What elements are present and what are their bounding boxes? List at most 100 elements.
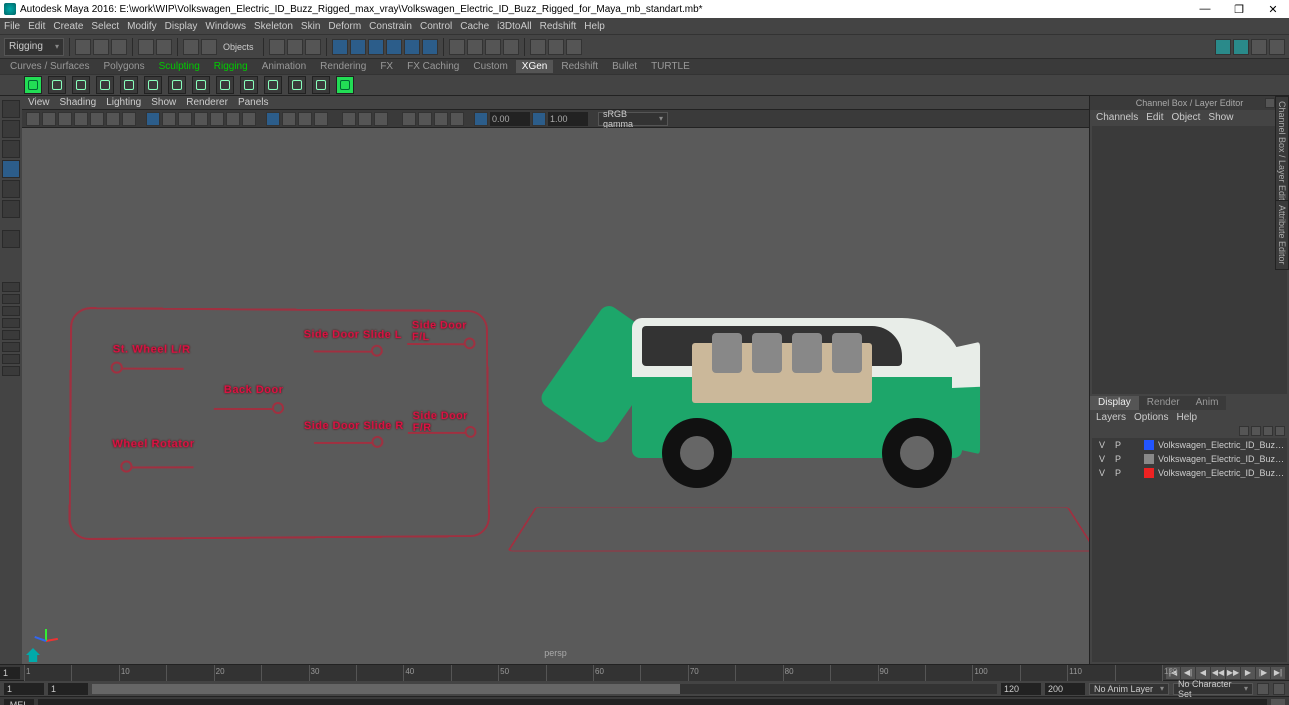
- layer-row[interactable]: VPVolkswagen_Electric_ID_Buzz_Rigged_con…: [1092, 466, 1287, 480]
- vp-menu-panels[interactable]: Panels: [238, 97, 269, 108]
- ch-menu-channels[interactable]: Channels: [1096, 112, 1138, 123]
- vp-motion-blur-icon[interactable]: [242, 112, 256, 126]
- vp-lights-icon[interactable]: [194, 112, 208, 126]
- menu-i3dtoall[interactable]: i3DtoAll: [497, 21, 531, 32]
- shelf-tab-fx-caching[interactable]: FX Caching: [401, 60, 465, 73]
- layer-visibility-toggle[interactable]: V: [1096, 468, 1108, 478]
- anim-start-field[interactable]: 1: [4, 683, 44, 695]
- vp-xray-joints-icon[interactable]: [298, 112, 312, 126]
- ch-menu-show[interactable]: Show: [1208, 112, 1233, 123]
- ch-menu-object[interactable]: Object: [1172, 112, 1201, 123]
- menu-cache[interactable]: Cache: [460, 21, 489, 32]
- shelf-icon-6[interactable]: [144, 76, 162, 94]
- render-settings-icon[interactable]: [503, 39, 519, 55]
- vp-exposure-field[interactable]: 0.00: [490, 112, 530, 126]
- layout-persp-graph-icon[interactable]: [2, 354, 20, 364]
- new-scene-icon[interactable]: [75, 39, 91, 55]
- play-fwd-button[interactable]: ▶▶: [1226, 667, 1240, 679]
- snap-a-icon[interactable]: [332, 39, 348, 55]
- sidebar-toggle-4-icon[interactable]: [1269, 39, 1285, 55]
- sidebar-toggle-1-icon[interactable]: [1215, 39, 1231, 55]
- layer-tab-anim[interactable]: Anim: [1188, 396, 1227, 410]
- auto-key-icon[interactable]: [1257, 683, 1269, 695]
- shelf-tab-bullet[interactable]: Bullet: [606, 60, 643, 73]
- menu-redshift[interactable]: Redshift: [540, 21, 577, 32]
- shelf-icon-2[interactable]: [48, 76, 66, 94]
- command-input[interactable]: [38, 699, 1267, 705]
- vp-wireframe-icon[interactable]: [162, 112, 176, 126]
- snap-b-icon[interactable]: [350, 39, 366, 55]
- layout-four-icon[interactable]: [2, 294, 20, 304]
- anim-end-field[interactable]: 200: [1045, 683, 1085, 695]
- snap-d-icon[interactable]: [386, 39, 402, 55]
- vp-textured-icon[interactable]: [178, 112, 192, 126]
- step-fwd-button[interactable]: ▶: [1241, 667, 1255, 679]
- vp-2d-pan-icon[interactable]: [74, 112, 88, 126]
- playback-start-field[interactable]: 1: [48, 683, 88, 695]
- set-key-icon[interactable]: [1273, 683, 1285, 695]
- rotate-tool-icon[interactable]: [2, 180, 20, 198]
- viewport-3d[interactable]: St. Wheel L/R Wheel Rotator Back Door Si…: [22, 128, 1089, 664]
- vp-depth-icon[interactable]: [418, 112, 432, 126]
- menu-display[interactable]: Display: [165, 21, 198, 32]
- panel-layout-3-icon[interactable]: [566, 39, 582, 55]
- sidebar-toggle-3-icon[interactable]: [1251, 39, 1267, 55]
- shelf-tab-turtle[interactable]: TURTLE: [645, 60, 696, 73]
- select-hierarchy-icon[interactable]: [183, 39, 199, 55]
- shelf-tab-custom[interactable]: Custom: [467, 60, 513, 73]
- vp-shaded-icon[interactable]: [146, 112, 160, 126]
- select-tool-icon[interactable]: [2, 100, 20, 118]
- construction-history-icon[interactable]: [449, 39, 465, 55]
- open-scene-icon[interactable]: [93, 39, 109, 55]
- vp-color-icon[interactable]: [374, 112, 388, 126]
- select-object-icon[interactable]: [201, 39, 217, 55]
- layout-two-v-icon[interactable]: [2, 318, 20, 328]
- layer-visibility-toggle[interactable]: V: [1096, 454, 1108, 464]
- save-scene-icon[interactable]: [111, 39, 127, 55]
- lasso-tool-icon[interactable]: [2, 120, 20, 138]
- maximize-button[interactable]: ❐: [1227, 3, 1251, 16]
- range-slider[interactable]: [92, 684, 997, 694]
- undo-icon[interactable]: [138, 39, 154, 55]
- shelf-icon-14[interactable]: [336, 76, 354, 94]
- vp-menu-shading[interactable]: Shading: [60, 97, 97, 108]
- menu-skeleton[interactable]: Skeleton: [254, 21, 293, 32]
- shelf-tab-curves-surfaces[interactable]: Curves / Surfaces: [4, 60, 95, 73]
- shelf-icon-5[interactable]: [120, 76, 138, 94]
- vp-gamma-field[interactable]: 1.00: [548, 112, 588, 126]
- shelf-icon-7[interactable]: [168, 76, 186, 94]
- layer-tab-render[interactable]: Render: [1139, 396, 1188, 410]
- panel-layout-1-icon[interactable]: [530, 39, 546, 55]
- shelf-tab-animation[interactable]: Animation: [256, 60, 312, 73]
- side-tab-attribute-editor[interactable]: Attribute Editor: [1275, 200, 1289, 270]
- module-selector[interactable]: Rigging: [4, 38, 64, 56]
- menu-skin[interactable]: Skin: [301, 21, 320, 32]
- menu-constrain[interactable]: Constrain: [369, 21, 412, 32]
- vp-exposure-icon[interactable]: [314, 112, 328, 126]
- snap-f-icon[interactable]: [422, 39, 438, 55]
- menu-modify[interactable]: Modify: [127, 21, 156, 32]
- shelf-icon-8[interactable]: [192, 76, 210, 94]
- render-icon[interactable]: [467, 39, 483, 55]
- shelf-icon-11[interactable]: [264, 76, 282, 94]
- layer-row[interactable]: VPVolkswagen_Electric_ID_Buzz_Rigged_bon…: [1092, 438, 1287, 452]
- vp-menu-lighting[interactable]: Lighting: [106, 97, 141, 108]
- layer-menu-help[interactable]: Help: [1176, 412, 1197, 423]
- step-back-key-button[interactable]: ◀|: [1181, 667, 1195, 679]
- shelf-tab-rendering[interactable]: Rendering: [314, 60, 372, 73]
- shelf-icon-1[interactable]: [24, 76, 42, 94]
- shelf-icon-13[interactable]: [312, 76, 330, 94]
- script-language-toggle[interactable]: MEL: [4, 699, 34, 705]
- paint-select-tool-icon[interactable]: [2, 140, 20, 158]
- snap-e-icon[interactable]: [404, 39, 420, 55]
- time-current-field[interactable]: 1: [0, 667, 20, 679]
- layer-color-swatch[interactable]: [1144, 454, 1154, 464]
- vp-grid-icon[interactable]: [106, 112, 120, 126]
- vp-menu-renderer[interactable]: Renderer: [186, 97, 228, 108]
- layout-two-h-icon[interactable]: [2, 306, 20, 316]
- layer-row[interactable]: VPVolkswagen_Electric_ID_Buzz_Rigged: [1092, 452, 1287, 466]
- vp-grease-icon[interactable]: [90, 112, 104, 126]
- shelf-icon-4[interactable]: [96, 76, 114, 94]
- menu-file[interactable]: File: [4, 21, 20, 32]
- vp-isolate-icon[interactable]: [266, 112, 280, 126]
